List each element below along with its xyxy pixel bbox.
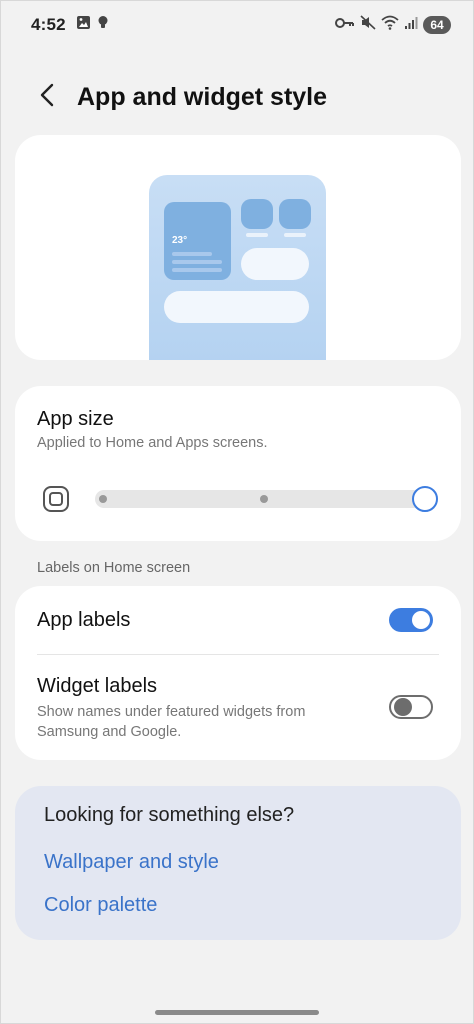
app-labels-toggle[interactable] (389, 608, 433, 632)
header: App and widget style (1, 73, 473, 121)
widget-labels-row[interactable]: Widget labels Show names under featured … (15, 655, 461, 760)
slider-step-dot (260, 495, 268, 503)
slider-thumb[interactable] (412, 486, 438, 512)
slider-step-dot (99, 495, 107, 503)
preview-app-label (246, 233, 268, 237)
preview-search-bar (164, 291, 309, 323)
back-button[interactable] (25, 75, 69, 119)
app-labels-title: App labels (37, 609, 131, 631)
status-bar: 4:52 64 (1, 1, 473, 49)
widget-labels-subtitle: Show names under featured widgets from S… (37, 704, 306, 740)
app-size-subtitle: Applied to Home and Apps screens. (37, 435, 268, 451)
mute-icon (360, 15, 376, 35)
preview-weather-temp: 23° (172, 235, 188, 246)
preview-widget-pill (241, 248, 309, 280)
wallpaper-and-style-link[interactable]: Wallpaper and style (44, 851, 219, 874)
widget-labels-toggle[interactable] (389, 695, 433, 719)
preview-app-label (284, 233, 306, 237)
app-size-slider[interactable] (95, 486, 438, 512)
signal-icon (404, 16, 418, 35)
preview-widget-line (172, 268, 222, 272)
preview-weather-widget: 23° (164, 202, 231, 280)
wifi-icon (381, 15, 399, 35)
widget-labels-title: Widget labels (37, 675, 158, 697)
page-title: App and widget style (77, 82, 328, 111)
preview-widget-line (172, 260, 222, 264)
app-size-card: App size Applied to Home and Apps screen… (15, 386, 461, 541)
screen: 4:52 64 App and widget style 23° App siz… (0, 0, 474, 1024)
key-icon (335, 16, 355, 34)
suggestions-title: Looking for something else? (44, 804, 295, 826)
back-arrow-icon (39, 83, 55, 112)
home-indicator (155, 1010, 319, 1015)
labels-section-heading: Labels on Home screen (37, 560, 191, 576)
app-size-title: App size (37, 408, 114, 430)
gallery-icon (76, 15, 91, 35)
labels-card: App labels Widget labels Show names unde… (15, 586, 461, 760)
preview-app-icon (241, 199, 273, 229)
app-labels-row[interactable]: App labels (15, 586, 461, 654)
status-time: 4:52 (31, 15, 66, 34)
app-size-icon (43, 486, 69, 512)
style-preview-card: 23° (15, 135, 461, 360)
color-palette-link[interactable]: Color palette (44, 894, 157, 917)
preview-app-icon (279, 199, 311, 229)
status-right-icons: 64 (335, 15, 451, 35)
battery-badge: 64 (423, 16, 451, 34)
suggestions-card: Looking for something else? Wallpaper an… (15, 786, 461, 940)
preview-widget-line (172, 252, 212, 256)
bulb-icon (97, 15, 109, 35)
phone-preview: 23° (149, 175, 326, 360)
status-left-icons (76, 15, 109, 35)
